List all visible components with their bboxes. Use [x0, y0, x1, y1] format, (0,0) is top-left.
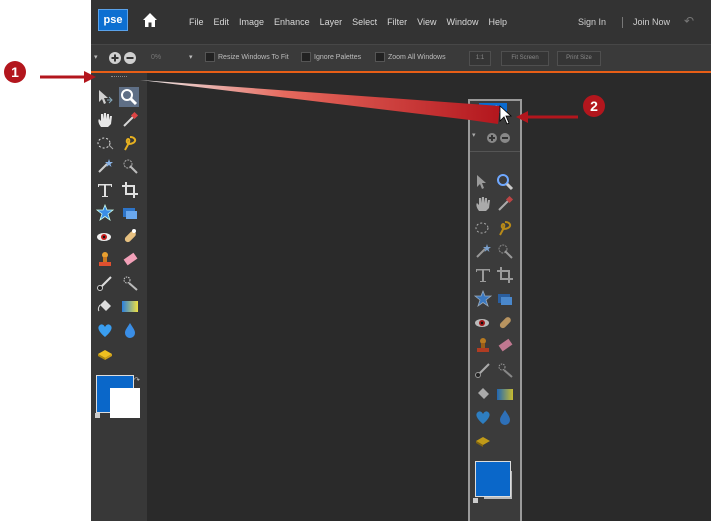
mouse-cursor-icon	[499, 105, 513, 125]
callout-badge-1: 1	[4, 61, 26, 83]
callout-one-arrowhead	[84, 71, 96, 83]
drag-path-arrow	[140, 80, 500, 124]
callout-badge-2: 2	[583, 95, 605, 117]
callout-two-arrowhead	[516, 111, 528, 123]
annotation-overlay	[40, 71, 578, 125]
